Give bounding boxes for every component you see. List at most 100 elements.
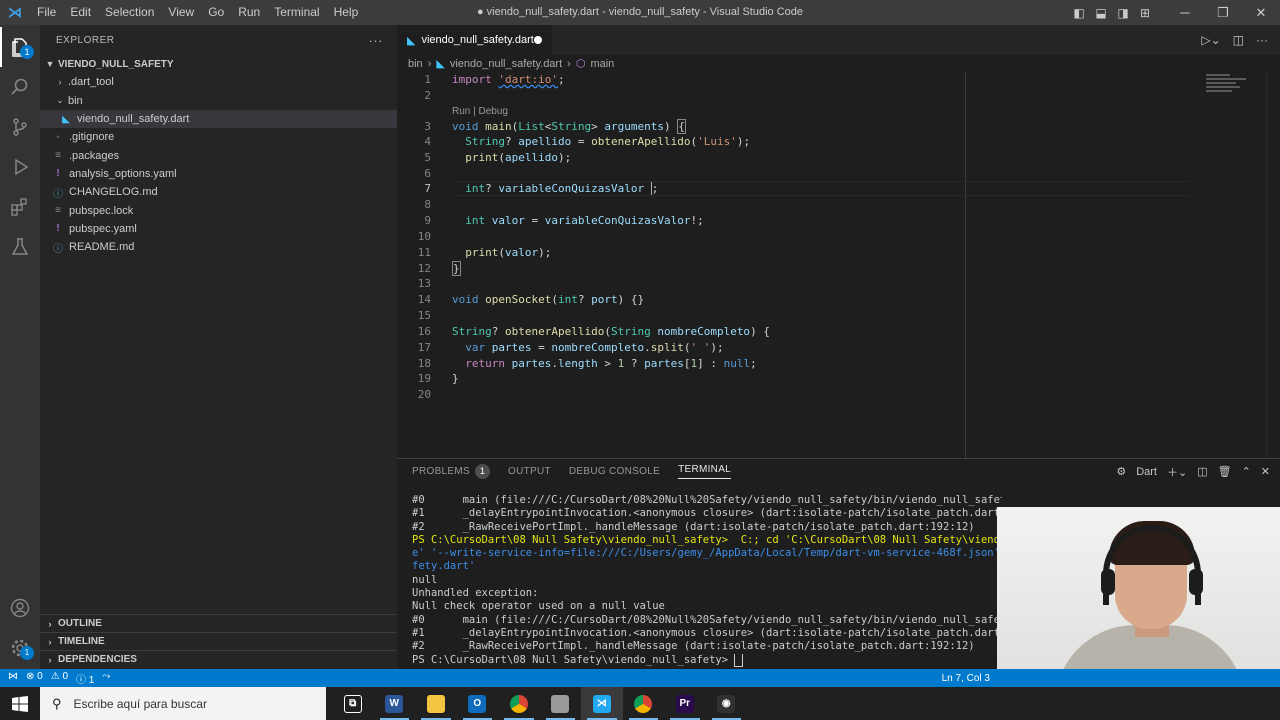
toggle-sidebar-icon[interactable]: ◧ bbox=[1068, 6, 1090, 20]
unsaved-dot-icon[interactable] bbox=[534, 36, 542, 44]
dart-file-icon: ◣ bbox=[407, 34, 416, 47]
menu-go[interactable]: Go bbox=[201, 0, 231, 25]
cursor-position[interactable]: Ln 7, Col 3 bbox=[942, 673, 990, 684]
taskbar-search[interactable]: ⚲ Escribe aquí para buscar bbox=[40, 687, 326, 720]
project-folder[interactable]: ▼ VIENDO_NULL_SAFETY bbox=[40, 55, 397, 73]
menu-help[interactable]: Help bbox=[327, 0, 366, 25]
tree-item-analysis-options[interactable]: ! analysis_options.yaml bbox=[40, 165, 397, 183]
taskbar-obs[interactable]: ◉ bbox=[706, 687, 748, 720]
menu-file[interactable]: File bbox=[30, 0, 63, 25]
menu-terminal[interactable]: Terminal bbox=[267, 0, 326, 25]
account-icon[interactable] bbox=[0, 588, 40, 628]
errors-count[interactable]: ⊗ 0 bbox=[26, 671, 43, 686]
taskbar-outlook[interactable]: O bbox=[457, 687, 499, 720]
run-icon[interactable]: ▷⌄ bbox=[1201, 33, 1220, 47]
taskbar-chrome[interactable] bbox=[498, 687, 540, 720]
menu-run[interactable]: Run bbox=[231, 0, 267, 25]
tab-label: viendo_null_safety.dart bbox=[421, 34, 534, 46]
maximize-icon[interactable]: ❐ bbox=[1204, 5, 1242, 21]
minimize-icon[interactable]: ─ bbox=[1166, 5, 1204, 20]
dart-file-icon: ◣ bbox=[436, 58, 445, 70]
more-actions-icon[interactable]: ··· bbox=[1256, 33, 1268, 47]
outlook-icon: O bbox=[468, 694, 487, 713]
taskbar-task-view[interactable]: ⧉ bbox=[332, 687, 374, 720]
breadcrumb-main[interactable]: main bbox=[590, 58, 614, 70]
tree-item-label: .dart_tool bbox=[68, 76, 114, 89]
menu-edit[interactable]: Edit bbox=[63, 0, 98, 25]
minimap[interactable] bbox=[1206, 74, 1266, 104]
live-share-icon[interactable]: ⤳ bbox=[102, 671, 110, 686]
editor-scrollbar[interactable] bbox=[1266, 72, 1280, 458]
terminal-output[interactable]: #0 main (file:///C:/CursoDart/08%20Null%… bbox=[412, 494, 1002, 667]
codelens-run-debug[interactable]: Run | Debug bbox=[452, 106, 508, 117]
split-terminal-icon[interactable]: ◫ bbox=[1197, 465, 1207, 478]
taskbar-vscode[interactable]: ⋊ bbox=[581, 687, 623, 720]
windows-start-icon[interactable] bbox=[0, 687, 40, 720]
tree-item-pubspec-yaml[interactable]: ! pubspec.yaml bbox=[40, 220, 397, 238]
file-icon: ≡ bbox=[55, 205, 61, 217]
extensions-icon[interactable] bbox=[0, 187, 40, 227]
tree-item-label: .gitignore bbox=[69, 131, 115, 144]
close-icon[interactable]: ✕ bbox=[1242, 5, 1280, 21]
breadcrumb-bin[interactable]: bin bbox=[408, 58, 423, 70]
tab-terminal[interactable]: TERMINAL bbox=[678, 464, 732, 479]
split-editor-icon[interactable]: ◫ bbox=[1233, 33, 1244, 47]
vscode-logo-icon: ⋊ bbox=[8, 4, 22, 20]
tree-item-readme[interactable]: ⓘ README.md bbox=[40, 238, 397, 256]
warnings-count[interactable]: ⚠ 0 bbox=[51, 671, 68, 686]
file-icon: ◦ bbox=[56, 131, 60, 143]
info-count[interactable]: ⓘ 1 bbox=[76, 671, 94, 686]
tree-item-bin[interactable]: ⌄ bin bbox=[40, 92, 397, 110]
tree-item-dart-tool[interactable]: › .dart_tool bbox=[40, 73, 397, 91]
remote-icon[interactable]: ⋈ bbox=[8, 671, 18, 686]
explorer-icon[interactable]: 1 bbox=[0, 27, 40, 67]
customize-layout-icon[interactable]: ⊞ bbox=[1134, 6, 1156, 20]
tree-item-pubspec-lock[interactable]: ≡ pubspec.lock bbox=[40, 201, 397, 219]
close-panel-icon[interactable]: ✕ bbox=[1261, 465, 1270, 478]
terminal-profile[interactable]: Dart bbox=[1136, 466, 1157, 478]
tab-problems[interactable]: PROBLEMS 1 bbox=[412, 464, 490, 479]
info-file-icon: ⓘ bbox=[53, 243, 63, 255]
line-number: 19 bbox=[417, 372, 431, 385]
tab-viendo-null-safety[interactable]: ◣ viendo_null_safety.dart bbox=[397, 25, 552, 55]
run-debug-icon[interactable] bbox=[0, 147, 40, 187]
taskbar-premiere[interactable]: Pr bbox=[664, 687, 706, 720]
tab-debug-console[interactable]: DEBUG CONSOLE bbox=[569, 466, 660, 477]
code-editor[interactable]: 1 2 3 4 5 6 7 8 9 10 11 12 13 14 15 16 17 18 19 20 Run | De… bbox=[397, 72, 1280, 458]
toggle-secondary-sidebar-icon[interactable]: ◨ bbox=[1112, 6, 1134, 20]
code-line-7: int? variableConQuizasValor ; bbox=[465, 182, 659, 195]
tree-item-gitignore[interactable]: ◦ .gitignore bbox=[40, 128, 397, 146]
toggle-panel-icon[interactable]: ⬓ bbox=[1090, 6, 1112, 20]
timeline-section[interactable]: › TIMELINE bbox=[40, 632, 397, 650]
new-terminal-icon[interactable]: ＋⌄ bbox=[1167, 464, 1187, 480]
tree-item-label: CHANGELOG.md bbox=[69, 186, 158, 199]
taskbar-file-explorer[interactable] bbox=[415, 687, 457, 720]
menu-selection[interactable]: Selection bbox=[98, 0, 161, 25]
maximize-panel-icon[interactable]: ⌃ bbox=[1242, 465, 1251, 478]
line-number: 12 bbox=[417, 262, 431, 275]
tab-output[interactable]: OUTPUT bbox=[508, 466, 551, 477]
dependencies-section[interactable]: › DEPENDENCIES bbox=[40, 650, 397, 668]
terminal-line: fety.dart' bbox=[412, 560, 476, 573]
kill-terminal-icon[interactable]: 🗑 bbox=[1218, 465, 1232, 478]
breadcrumb-file[interactable]: viendo_null_safety.dart bbox=[450, 58, 562, 70]
line-number: 15 bbox=[417, 309, 431, 322]
chevron-down-icon: ▼ bbox=[45, 59, 55, 70]
source-control-icon[interactable] bbox=[0, 107, 40, 147]
headset-ear-left bbox=[1101, 569, 1115, 595]
menu-view[interactable]: View bbox=[161, 0, 201, 25]
search-icon[interactable] bbox=[0, 67, 40, 107]
breadcrumb: bin › ◣ viendo_null_safety.dart › ⬡ main bbox=[397, 55, 1280, 72]
tree-item-viendo-null-safety-dart[interactable]: ◣ viendo_null_safety.dart bbox=[40, 109, 397, 129]
tree-item-packages[interactable]: ≡ .packages bbox=[40, 146, 397, 164]
taskbar-chrome-2[interactable] bbox=[623, 687, 665, 720]
more-actions-icon[interactable]: ··· bbox=[369, 33, 384, 48]
taskbar-word[interactable]: W bbox=[374, 687, 416, 720]
testing-icon[interactable] bbox=[0, 227, 40, 267]
line-number: 17 bbox=[417, 341, 431, 354]
taskbar-app-window[interactable] bbox=[540, 687, 582, 720]
section-label: TIMELINE bbox=[58, 636, 105, 647]
outline-section[interactable]: › OUTLINE bbox=[40, 614, 397, 632]
tree-item-changelog[interactable]: ⓘ CHANGELOG.md bbox=[40, 183, 397, 201]
settings-icon[interactable]: 1 bbox=[0, 628, 40, 668]
